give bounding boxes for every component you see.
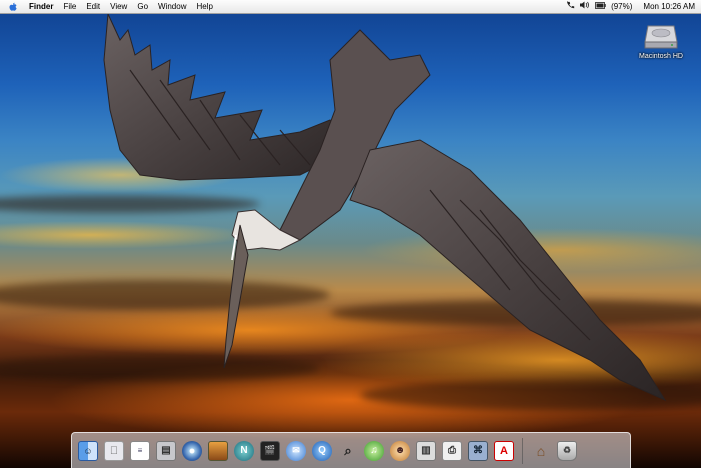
home-icon: ⌂ [536,442,546,459]
music-icon: ♫ [364,440,384,461]
trash-icon: ♻ [557,440,577,461]
macintosh-hd-desktop-icon[interactable]: Macintosh HD [631,20,691,60]
phone-icon[interactable] [567,0,575,13]
menu-go[interactable]: Go [132,0,153,13]
cd-icon [182,440,202,461]
dock-internet-connect[interactable]: N [232,438,256,464]
dock-text-edit[interactable]: ≡ [128,438,152,464]
dock-itunes[interactable]: ♫ [362,438,386,464]
dock-mail[interactable]: ✉ [284,438,308,464]
dock-network[interactable]: ⌘ [466,438,490,464]
battery-percent: (97%) [611,2,633,11]
dock-finder[interactable]: ☺ [76,438,100,464]
dock: ☺  ≡ ▤ N 🎬 ✉ Q ⌕ ♫ ☻ ▥ ⎙ ⌘ A [71,432,631,468]
hard-drive-icon [644,20,678,50]
dock-print-center[interactable]: ▥ [414,438,438,464]
face-icon: ☻ [390,440,410,461]
menu-clock[interactable]: Mon 10:26 AM [643,0,695,13]
macintosh-hd-label: Macintosh HD [639,53,683,60]
dock-ichat[interactable]: ☻ [388,438,412,464]
menu-help[interactable]: Help [191,0,217,13]
n-icon: N [234,440,254,461]
dock-printer[interactable]: ▤ [154,438,178,464]
menu-extras: (97%) Mon 10:26 AM [567,0,701,13]
clapper-icon: 🎬 [260,440,280,461]
dock-separator [522,437,523,464]
dock-fax[interactable]: ⎙ [440,438,464,464]
menu-file[interactable]: File [58,0,81,13]
network-icon: ⌘ [468,440,488,461]
apple-menu-icon[interactable] [8,2,18,12]
photo-icon [208,440,228,461]
menu-window[interactable]: Window [153,0,191,13]
dock-itunes-cd[interactable] [180,438,204,464]
mail-icon: ✉ [286,440,306,461]
magnifier-icon: ⌕ [344,442,352,458]
printer-icon: ▤ [156,440,176,461]
dock-about-mac[interactable]:  [102,438,126,464]
dock-iphoto[interactable] [206,438,230,464]
acrobat-icon: A [494,440,514,461]
pelican-wallpaper-image [103,12,667,402]
volume-icon[interactable] [580,0,590,13]
battery-icon[interactable] [595,0,606,13]
finder-icon: ☺ [78,440,98,461]
dock-home[interactable]: ⌂ [529,438,553,464]
dock-trash[interactable]: ♻ [555,438,579,464]
desktop [0,0,701,468]
dock-acrobat[interactable]: A [492,438,516,464]
print-center-icon: ▥ [416,440,436,461]
menu-edit[interactable]: Edit [81,0,105,13]
dock-quicktime[interactable]: Q [310,438,334,464]
menu-bar: Finder File Edit View Go Window Help (97… [0,0,701,14]
menu-view[interactable]: View [105,0,132,13]
apple-icon:  [104,440,124,461]
dock-imovie[interactable]: 🎬 [258,438,282,464]
quicktime-icon: Q [312,440,332,461]
dock-sherlock[interactable]: ⌕ [336,438,360,464]
fax-icon: ⎙ [442,440,462,461]
menu-app-finder[interactable]: Finder [24,0,58,13]
document-icon: ≡ [130,440,150,461]
